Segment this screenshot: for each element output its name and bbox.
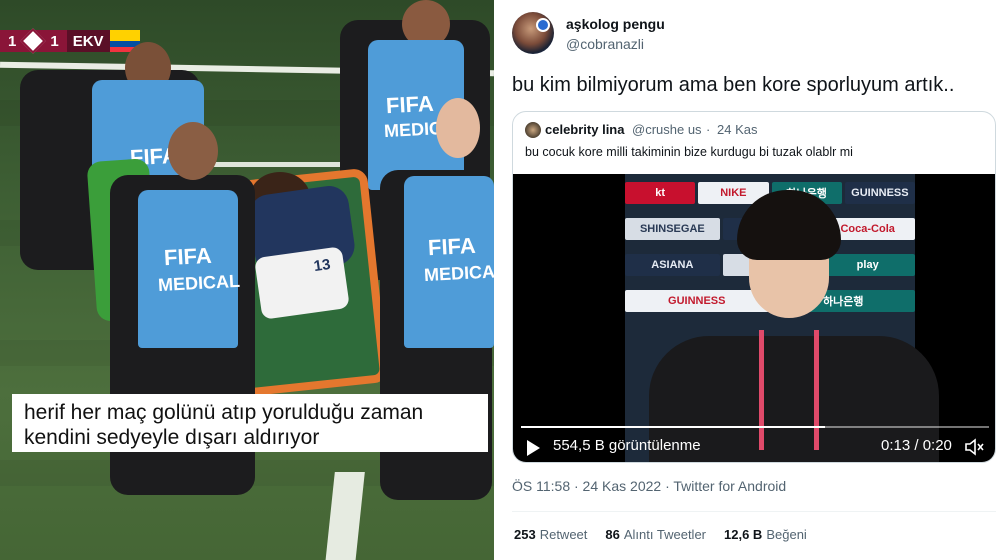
like-label: Beğeni	[766, 527, 807, 542]
bib-text: MEDICAL	[157, 270, 241, 296]
video-player[interactable]: kt NIKE 하나은행 GUINNESS SHINSEGAE 교보생명 Coc…	[513, 174, 995, 462]
bib-text: MEDICAL	[423, 260, 494, 286]
bib-text: FIFA	[385, 90, 435, 119]
like-count: 12,6 B	[724, 527, 763, 542]
play-icon[interactable]	[527, 440, 540, 456]
engagement-stats: 253 Retweet 86 Alıntı Tweetler 12,6 B Beğen…	[514, 527, 807, 542]
author-name[interactable]: aşkolog pengu	[566, 16, 665, 32]
video-progress-fill	[521, 426, 826, 428]
score-box: 1 1	[0, 28, 67, 54]
tweet-meta[interactable]: ÖS 11:58 · 24 Kas 2022 · Twitter for And…	[512, 478, 786, 494]
tournament-emblem-icon	[20, 28, 47, 54]
retweet-stat[interactable]: 253 Retweet	[514, 527, 587, 542]
video-time: 0:13 / 0:20	[881, 437, 952, 454]
view-count: 554,5 B görüntülenme	[553, 437, 701, 454]
match-photo: 1 1 EKV FIFA FIFA MEDICAL 13 FIFA MEDICA…	[0, 0, 494, 560]
quote-count: 86	[605, 527, 620, 542]
sponsor-tile: SHINSEGAE	[625, 218, 720, 240]
meme-caption: herif her maç golünü atıp yorulduğu zama…	[12, 394, 488, 452]
away-team-name: EKV	[66, 30, 110, 52]
quote-avatar[interactable]	[525, 122, 541, 138]
evil-eye-icon	[536, 18, 550, 32]
home-score: 1	[8, 32, 17, 50]
like-stat[interactable]: 12,6 B Beğeni	[724, 527, 807, 542]
bib-text: FIFA	[427, 232, 477, 261]
quote-stat[interactable]: 86 Alıntı Tweetler	[605, 527, 706, 542]
author-handle[interactable]: @cobranazli	[566, 36, 644, 52]
player-shorts: 13	[254, 246, 350, 320]
separator-dot: ·	[706, 122, 711, 137]
score-bug: 1 1 EKV	[0, 28, 140, 54]
retweet-count: 253	[514, 527, 536, 542]
avatar[interactable]	[512, 12, 554, 54]
quote-author-name[interactable]: celebrity lina	[545, 122, 624, 137]
bib-text: FIFA	[163, 242, 213, 271]
retweet-label: Retweet	[539, 527, 588, 542]
player-number: 13	[312, 255, 332, 276]
away-score: 1	[50, 32, 59, 50]
tweet-card: aşkolog pengu @cobranazli bu kim bilmiyo…	[498, 0, 996, 560]
quote-text: bu cocuk kore milli takiminin bize kurdu…	[525, 145, 853, 159]
volume-icon[interactable]	[965, 438, 985, 456]
tweet-text: bu kim bilmiyorum ama ben kore sporluyum…	[512, 74, 955, 96]
quoted-tweet[interactable]: celebrity lina @crushe us · 24 Kas bu co…	[512, 111, 996, 463]
quote-date[interactable]: 24 Kas	[717, 122, 757, 137]
video-controls: 554,5 B görüntülenme 0:13 / 0:20	[513, 416, 995, 462]
sponsor-tile: kt	[625, 182, 696, 204]
sponsor-tile: ASIANA	[625, 254, 720, 276]
video-progress-bar[interactable]	[521, 426, 989, 428]
quote-author-handle[interactable]: @crushe us	[632, 122, 702, 137]
quote-label: Alıntı Tweetler	[623, 527, 707, 542]
divider	[512, 511, 996, 512]
